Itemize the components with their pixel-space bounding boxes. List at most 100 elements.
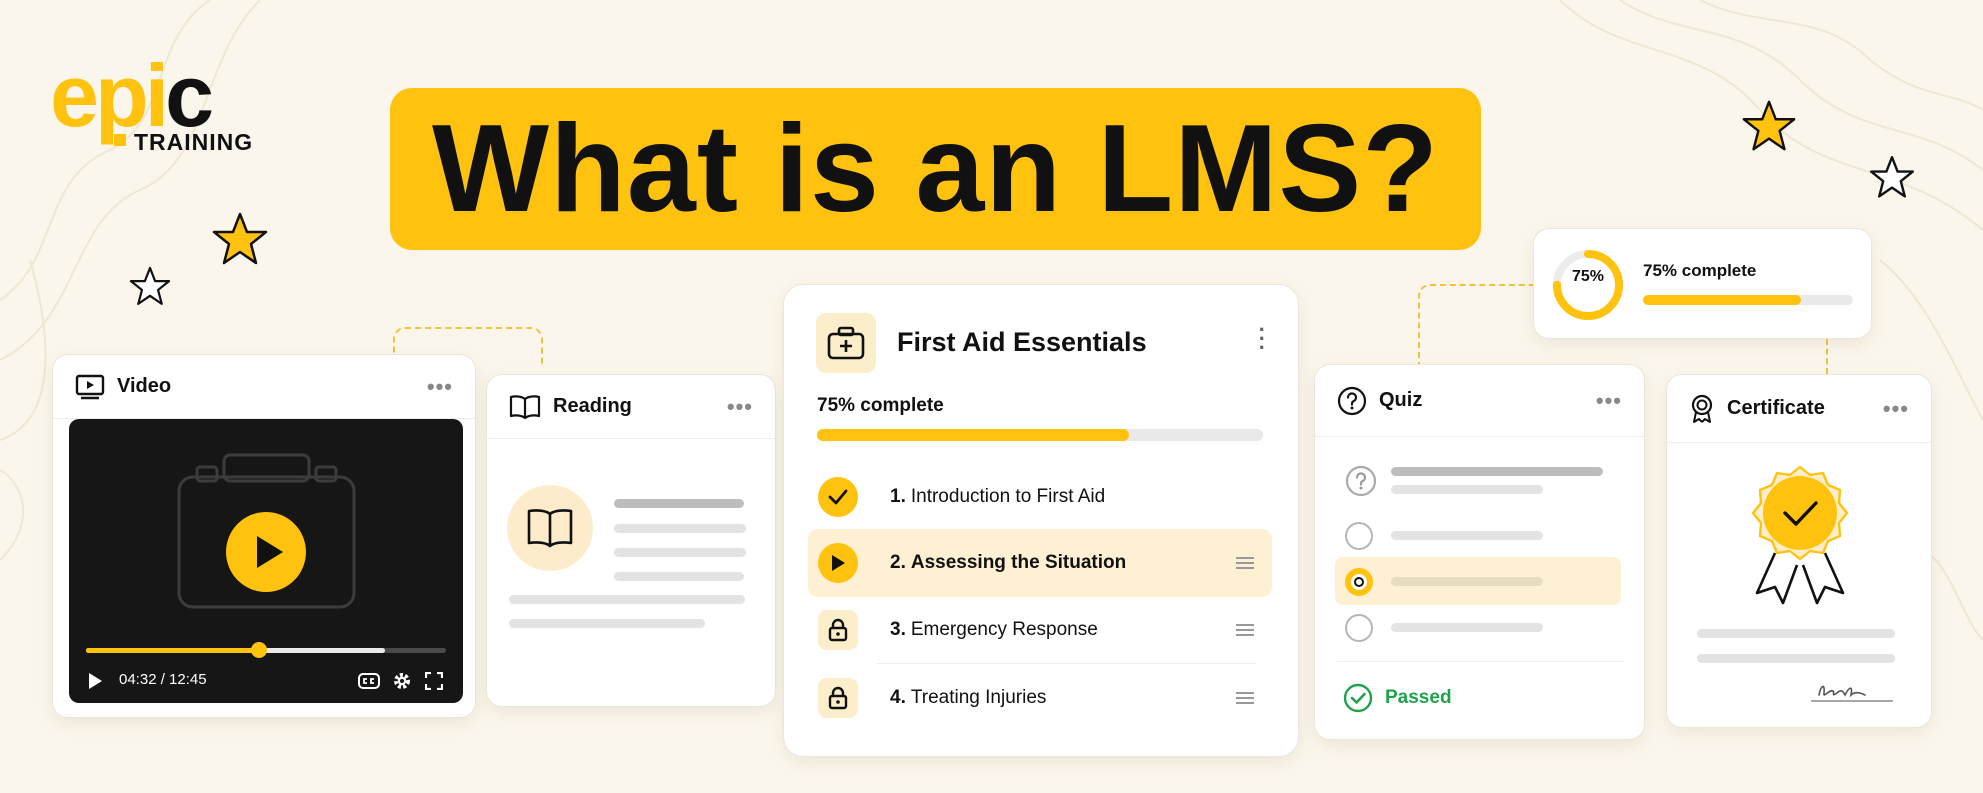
course-progress-bar <box>817 429 1263 441</box>
progress-bar <box>1643 295 1853 305</box>
star-outline-icon <box>129 266 171 305</box>
lesson-item[interactable]: 3. Emergency Response <box>808 599 1272 661</box>
radio-button-selected[interactable] <box>1345 568 1373 596</box>
divider <box>876 663 1256 664</box>
video-player[interactable]: 04:32 / 12:45 <box>69 419 463 703</box>
text-placeholder-line <box>1697 654 1895 663</box>
signature-icon <box>1811 685 1893 702</box>
star-outline-icon <box>1870 156 1914 198</box>
card-header: Certificate ••• <box>1667 375 1931 443</box>
text-placeholder-line <box>1391 577 1543 586</box>
star-filled-icon <box>212 212 268 265</box>
video-icon <box>75 374 105 399</box>
page-title: What is an LMS? <box>432 100 1439 238</box>
captions-icon[interactable] <box>358 672 380 690</box>
lesson-title: Emergency Response <box>910 619 1098 640</box>
divider <box>1337 661 1625 662</box>
progress-fill <box>1643 295 1801 305</box>
logo-wordmark: epic <box>50 52 214 140</box>
reading-card[interactable]: Reading ••• <box>486 374 776 707</box>
play-button-icon[interactable] <box>224 510 308 594</box>
card-header: Quiz ••• <box>1315 365 1644 437</box>
card-header: Reading ••• <box>487 375 775 439</box>
lesson-title: Assessing the Situation <box>910 552 1127 573</box>
book-illustration-icon <box>507 485 593 571</box>
lesson-title: Introduction to First Aid <box>910 486 1106 507</box>
lock-icon <box>818 610 858 650</box>
more-options-icon[interactable]: ••• <box>427 374 453 400</box>
lesson-item[interactable]: 4. Treating Injuries <box>808 667 1272 729</box>
drag-handle-icon[interactable] <box>1236 692 1254 704</box>
certificate-card[interactable]: Certificate ••• <box>1666 374 1932 728</box>
text-placeholder-line <box>1391 467 1603 476</box>
logo-subtitle: TRAINING <box>134 129 254 155</box>
settings-gear-icon[interactable] <box>392 671 412 691</box>
check-icon <box>818 477 858 517</box>
radio-button[interactable] <box>1345 522 1373 550</box>
course-card[interactable]: First Aid Essentials · · · 75% complete 1.… <box>783 284 1299 757</box>
play-icon[interactable] <box>86 672 104 690</box>
star-filled-icon <box>1742 100 1796 151</box>
text-placeholder-line <box>1391 531 1543 540</box>
connector-line <box>1826 339 1828 374</box>
check-circle-icon <box>1343 683 1373 713</box>
lesson-title: Treating Injuries <box>910 687 1047 708</box>
text-placeholder-line <box>1391 623 1543 632</box>
progress-card: 75% 75% complete <box>1533 228 1872 339</box>
lock-icon <box>818 678 858 718</box>
lesson-number: 3. <box>890 619 906 640</box>
text-placeholder-line <box>614 572 744 581</box>
fullscreen-icon[interactable] <box>425 672 443 690</box>
quiz-question-row <box>1335 457 1621 505</box>
text-placeholder-line <box>614 499 744 508</box>
text-placeholder-line <box>1391 485 1543 494</box>
epic-training-logo[interactable]: epic TRAINING <box>50 52 252 156</box>
quiz-result: Passed <box>1343 683 1452 713</box>
question-circle-icon <box>1337 386 1367 415</box>
radio-button[interactable] <box>1345 614 1373 642</box>
text-placeholder-line <box>509 619 705 628</box>
certificate-badge-icon <box>1751 465 1849 605</box>
first-aid-kit-icon <box>816 313 876 373</box>
card-title: Reading <box>553 395 632 417</box>
course-title: First Aid Essentials <box>897 327 1147 357</box>
question-circle-icon <box>1345 465 1377 497</box>
text-placeholder-line <box>614 548 746 557</box>
open-book-icon <box>509 394 541 419</box>
award-ribbon-icon <box>1691 394 1713 423</box>
vertical-more-icon[interactable]: · · · <box>1259 319 1266 359</box>
lesson-number: 1. <box>890 486 906 507</box>
more-options-icon[interactable]: ••• <box>727 394 753 420</box>
progress-ring-label: 75% <box>1571 268 1605 285</box>
video-played-bar <box>86 648 259 653</box>
more-options-icon[interactable]: ••• <box>1883 396 1909 422</box>
quiz-option[interactable] <box>1335 511 1621 559</box>
text-placeholder-line <box>614 524 746 533</box>
lesson-number: 4. <box>890 687 906 708</box>
more-options-icon[interactable]: ••• <box>1596 388 1622 414</box>
quiz-option[interactable] <box>1335 603 1621 651</box>
lesson-number: 2. <box>890 552 906 573</box>
text-placeholder-line <box>509 595 745 604</box>
video-seek-knob[interactable] <box>250 642 267 658</box>
quiz-card[interactable]: Quiz ••• Passed <box>1314 364 1645 740</box>
card-title: Video <box>117 375 172 397</box>
logo-letter-e: e <box>50 46 99 145</box>
logo-square <box>114 134 126 146</box>
lesson-item[interactable]: 1. Introduction to First Aid <box>808 466 1272 528</box>
drag-handle-icon[interactable] <box>1236 557 1254 569</box>
card-header: Video ••• <box>53 355 475 419</box>
video-seek-track[interactable] <box>86 642 446 658</box>
lesson-item-active[interactable]: 2. Assessing the Situation <box>808 529 1272 597</box>
quiz-result-label: Passed <box>1385 687 1452 708</box>
card-title: Certificate <box>1727 397 1825 419</box>
text-placeholder-line <box>1697 629 1895 638</box>
card-title: Quiz <box>1379 389 1423 411</box>
drag-handle-icon[interactable] <box>1236 624 1254 636</box>
headline-banner: What is an LMS? <box>390 88 1481 250</box>
course-progress-label: 75% complete <box>817 395 944 416</box>
progress-label: 75% complete <box>1643 261 1757 280</box>
quiz-option-selected[interactable] <box>1335 557 1621 605</box>
video-time: 04:32 / 12:45 <box>119 671 207 688</box>
video-card[interactable]: Video ••• 04:32 / 12:45 <box>52 354 476 718</box>
